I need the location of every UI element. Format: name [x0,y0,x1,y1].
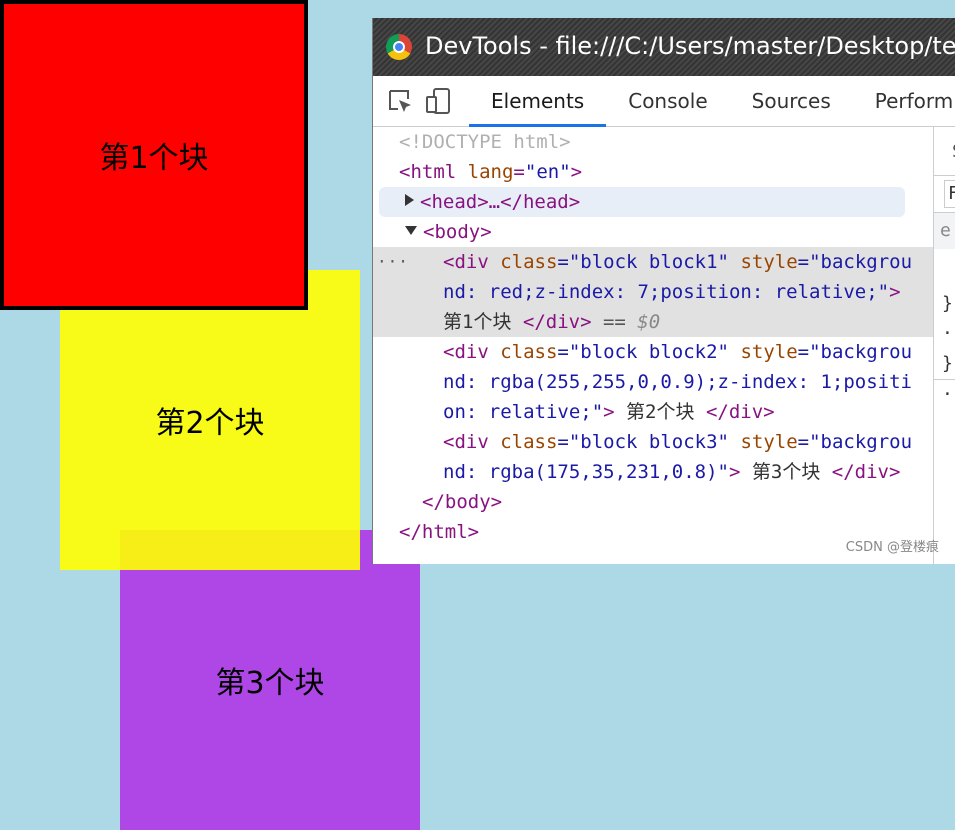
inspect-element-icon [389,90,411,112]
devtools-toolbar: Elements Console Sources Perform [373,76,955,127]
block3-label: 第3个块 [215,666,325,701]
tab-console[interactable]: Console [606,76,729,126]
block1: 第1个块 [0,0,308,310]
devtools-window: DevTools - file:///C:/Users/master/Deskt… [372,18,955,564]
tab-elements[interactable]: Elements [469,76,607,127]
html-node[interactable]: <html lang="en"> [373,157,933,187]
inspect-element-button[interactable] [387,76,413,126]
expand-arrow-icon[interactable] [405,194,414,206]
head-node[interactable]: <head>…</head> [379,187,905,217]
devtools-titlebar[interactable]: DevTools - file:///C:/Users/master/Deskt… [373,18,955,76]
block2-label: 第2个块 [155,406,265,441]
rule-brace: } [942,353,953,374]
element-style-rule: e [934,213,955,249]
doctype-node[interactable]: <!DOCTYPE html> [373,127,933,157]
chrome-icon [386,34,412,60]
watermark: CSDN @登楼痕 [845,540,939,555]
device-toolbar-icon [426,88,450,114]
div-block1-node[interactable]: ··· <div class="block block1" style="back… [373,247,933,337]
div-block2-node[interactable]: <div class="block block2" style="backgro… [373,337,933,427]
body-node[interactable]: <body> [373,217,933,247]
rule-brace: } [942,293,953,314]
rule-dot: · [942,323,953,344]
block3: 第3个块 [120,530,420,830]
div-block3-node[interactable]: <div class="block block3" style="backgro… [373,427,933,487]
block2: 第2个块 [60,270,360,570]
body-close-node[interactable]: </body> [373,487,933,517]
tab-sources[interactable]: Sources [730,76,853,126]
elements-tree: <!DOCTYPE html> <html lang="en"> <head>…… [373,127,933,564]
block1-label: 第1个块 [99,141,209,176]
device-toolbar-button[interactable] [425,76,451,126]
collapse-arrow-icon[interactable] [405,226,417,235]
tab-performance[interactable]: Perform [853,76,955,126]
styles-filter[interactable]: F [934,176,955,213]
rule-dot: · [934,379,955,410]
window-title: DevTools - file:///C:/Users/master/Deskt… [425,32,955,60]
styles-tab[interactable]: S [934,127,955,176]
styles-sidebar: S F e } · } · [933,127,955,564]
more-options-icon[interactable]: ··· [377,247,409,277]
